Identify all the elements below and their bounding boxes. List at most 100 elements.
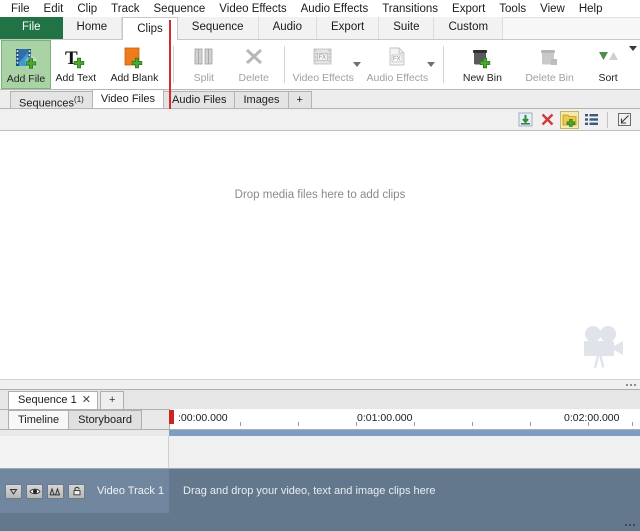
- add-text-button[interactable]: T Add Text: [51, 40, 101, 89]
- audio-effects-label: Audio Effects: [366, 72, 428, 84]
- split-button[interactable]: Split: [179, 40, 229, 89]
- timeline-empty-row: [0, 436, 640, 469]
- add-file-button[interactable]: Add File: [1, 40, 51, 89]
- delete-bin-icon: [537, 44, 563, 72]
- menu-item-clip[interactable]: Clip: [70, 2, 104, 16]
- toolbar-separator-2: [284, 46, 285, 83]
- remove-media-icon[interactable]: [538, 111, 557, 129]
- media-horizontal-scrollbar[interactable]: [0, 379, 640, 389]
- menu-bar: File Edit Clip Track Sequence Video Effe…: [0, 0, 640, 18]
- ruler-label-0: :00:00.000: [178, 412, 228, 424]
- ribbon-tab-home[interactable]: Home: [63, 17, 123, 39]
- playhead-line[interactable]: [169, 20, 171, 109]
- new-bin-button[interactable]: New Bin: [449, 40, 516, 89]
- timeline-panel: Timeline Storyboard :00:00.000 0:01:00.0…: [0, 410, 640, 531]
- ribbon-tab-custom[interactable]: Custom: [434, 17, 503, 39]
- svg-text:FX: FX: [319, 55, 327, 61]
- media-tab-sequences[interactable]: Sequences(1): [10, 91, 93, 108]
- svg-text:FX: FX: [393, 57, 401, 63]
- ribbon-tab-suite[interactable]: Suite: [379, 17, 434, 39]
- menu-item-view[interactable]: View: [533, 2, 572, 16]
- toolbar-separator-3: [443, 46, 444, 83]
- track-visibility-icon[interactable]: [26, 484, 43, 499]
- media-tab-audio-files[interactable]: Audio Files: [163, 91, 235, 108]
- list-view-icon[interactable]: [582, 111, 601, 129]
- detach-panel-icon[interactable]: [615, 111, 634, 129]
- audio-effects-icon: FX: [384, 44, 410, 72]
- new-bin-label: New Bin: [463, 72, 502, 84]
- video-track-row[interactable]: Video Track 1 Drag and drop your video, …: [0, 469, 640, 513]
- sort-label: Sort: [598, 72, 617, 84]
- sequence-tab-bar: Sequence 1 ✕ +: [0, 390, 640, 410]
- sort-button[interactable]: Sort: [583, 40, 633, 89]
- video-editor-window: File Edit Clip Track Sequence Video Effe…: [0, 0, 640, 531]
- menu-item-track[interactable]: Track: [104, 2, 146, 16]
- timeline-ruler-band: [0, 430, 640, 436]
- media-tab-sequences-count: (1): [74, 95, 84, 104]
- track-lock-icon[interactable]: [68, 484, 85, 499]
- split-icon: [191, 44, 217, 72]
- video-track-header: Video Track 1: [0, 469, 169, 513]
- track-menu-icon[interactable]: [5, 484, 22, 499]
- menu-item-transitions[interactable]: Transitions: [375, 2, 445, 16]
- storyboard-tab[interactable]: Storyboard: [68, 410, 142, 429]
- add-text-icon: T: [63, 44, 89, 72]
- video-track-drop-hint[interactable]: Drag and drop your video, text and image…: [169, 469, 640, 513]
- add-file-icon: [13, 45, 39, 73]
- add-text-label: Add Text: [56, 72, 97, 84]
- menu-item-audio-effects[interactable]: Audio Effects: [294, 2, 376, 16]
- timeline-view-tab-bar: Timeline Storyboard :00:00.000 0:01:00.0…: [0, 410, 640, 430]
- delete-bin-button[interactable]: Delete Bin: [516, 40, 583, 89]
- menu-item-tools[interactable]: Tools: [492, 2, 533, 16]
- timeline-footer: [0, 513, 640, 531]
- media-tab-sequences-label: Sequences: [19, 98, 74, 110]
- video-effects-label: Video Effects: [292, 72, 354, 84]
- audio-effects-button[interactable]: FX Audio Effects: [364, 40, 431, 89]
- ribbon-tab-bar: File Home Clips Sequence Audio Export Su…: [0, 18, 640, 40]
- close-icon[interactable]: ✕: [82, 392, 91, 409]
- media-tab-add[interactable]: +: [288, 91, 312, 108]
- add-blank-label: Add Blank: [110, 72, 158, 84]
- video-track-name: Video Track 1: [97, 485, 164, 497]
- track-levels-icon[interactable]: [47, 484, 64, 499]
- ribbon-tab-file[interactable]: File: [0, 17, 63, 39]
- timeline-ruler[interactable]: :00:00.000 0:01:00.000 0:02:00.000: [169, 409, 640, 429]
- media-resize-grip[interactable]: [626, 380, 638, 388]
- menu-item-video-effects[interactable]: Video Effects: [212, 2, 293, 16]
- ribbon-tab-export[interactable]: Export: [317, 17, 379, 39]
- new-bin-icon: [469, 44, 495, 72]
- delete-label: Delete: [239, 72, 269, 84]
- video-effects-icon: FX: [310, 44, 336, 72]
- media-tab-images[interactable]: Images: [234, 91, 288, 108]
- menu-item-file[interactable]: File: [4, 2, 37, 16]
- add-file-label: Add File: [7, 73, 46, 85]
- menu-item-sequence[interactable]: Sequence: [147, 2, 213, 16]
- import-media-icon[interactable]: [516, 111, 535, 129]
- delete-bin-label: Delete Bin: [525, 72, 573, 84]
- menu-item-export[interactable]: Export: [445, 2, 492, 16]
- media-toolbar-separator: [607, 112, 608, 128]
- new-folder-icon[interactable]: [560, 111, 579, 129]
- video-effects-button[interactable]: FX Video Effects: [290, 40, 357, 89]
- delete-button[interactable]: Delete: [229, 40, 279, 89]
- menu-item-help[interactable]: Help: [572, 2, 610, 16]
- sequence-tab-1-label: Sequence 1: [18, 392, 77, 409]
- ribbon-toolbar: Add File T Add Text Add Blank: [0, 40, 640, 90]
- playhead-handle[interactable]: [169, 410, 174, 424]
- sequence-tab-1[interactable]: Sequence 1 ✕: [8, 391, 98, 409]
- ribbon-tab-audio[interactable]: Audio: [259, 17, 317, 39]
- ribbon-tab-sequence[interactable]: Sequence: [178, 17, 259, 39]
- ruler-label-2: 0:02:00.000: [564, 412, 619, 424]
- sequence-tab-add[interactable]: +: [100, 391, 124, 409]
- add-blank-button[interactable]: Add Blank: [101, 40, 168, 89]
- media-toolbar: [0, 109, 640, 131]
- timeline-tab[interactable]: Timeline: [8, 410, 69, 429]
- add-blank-icon: [121, 44, 147, 72]
- media-tab-bar: Sequences(1) Video Files Audio Files Ima…: [0, 90, 640, 109]
- toolbar-separator-1: [173, 46, 174, 83]
- media-drop-hint: Drop media files here to add clips: [0, 189, 640, 201]
- media-tab-video-files[interactable]: Video Files: [92, 89, 164, 108]
- menu-item-edit[interactable]: Edit: [37, 2, 71, 16]
- window-resize-grip[interactable]: [625, 520, 637, 528]
- media-browser-panel[interactable]: Drop media files here to add clips: [0, 131, 640, 390]
